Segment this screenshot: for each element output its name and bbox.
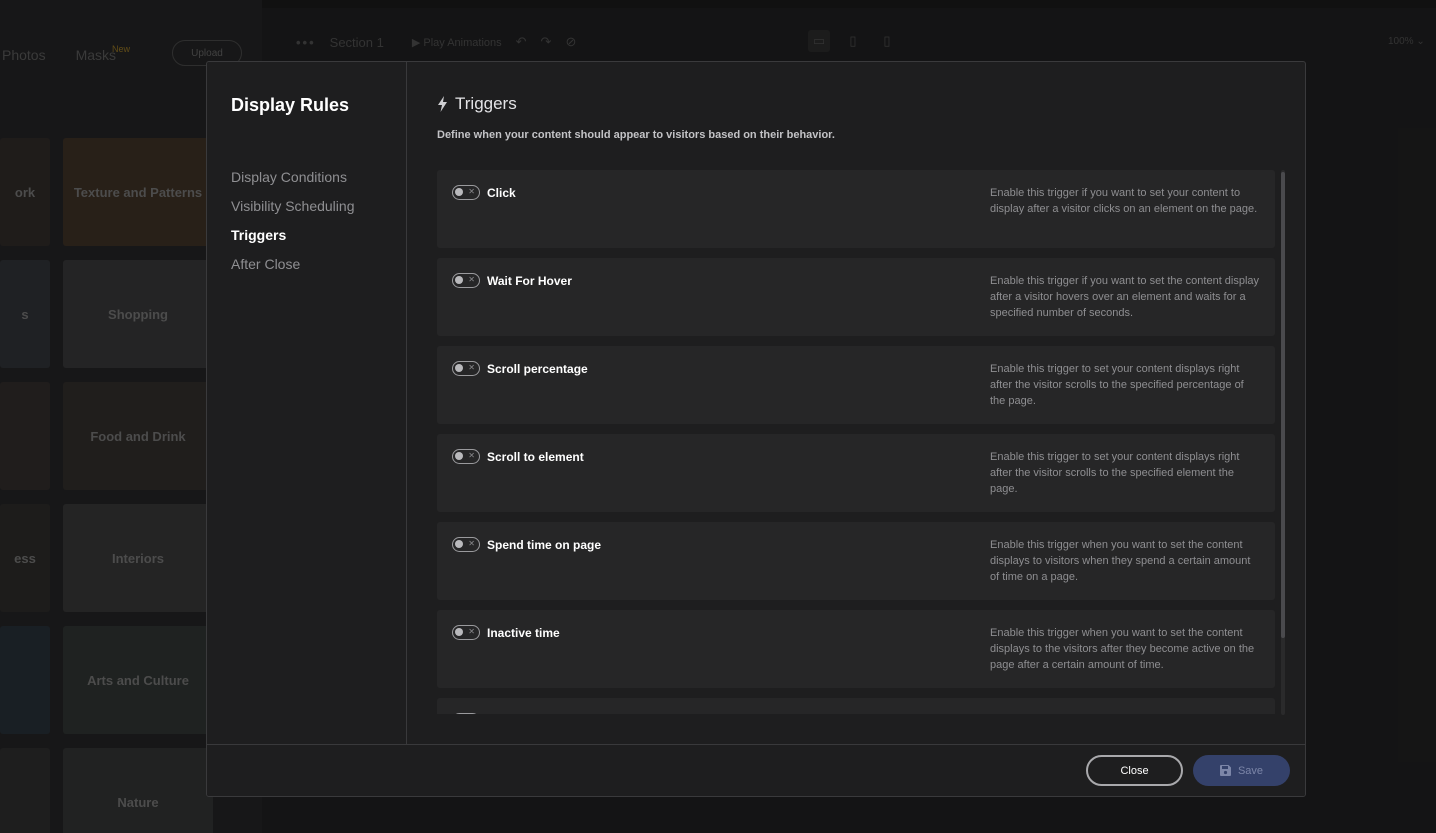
save-button[interactable]: Save xyxy=(1193,755,1290,786)
display-rules-modal: Display Rules Display Conditions Visibil… xyxy=(206,61,1306,797)
trigger-label: Inactive time xyxy=(487,626,560,640)
trigger-list: ✕ Click Enable this trigger if you want … xyxy=(437,170,1277,714)
trigger-card-hover: ✕ Wait For Hover Enable this trigger if … xyxy=(437,258,1275,336)
trigger-label: Wait For Hover xyxy=(487,274,572,288)
trigger-help: Enable this trigger when you want to set… xyxy=(990,539,1251,583)
trigger-card-inactive-time: ✕ Inactive time Enable this trigger when… xyxy=(437,610,1275,688)
triggers-panel: Triggers Define when your content should… xyxy=(407,62,1305,744)
trigger-card-click: ✕ Click Enable this trigger if you want … xyxy=(437,170,1275,248)
toggle-switch[interactable]: ✕ xyxy=(452,449,480,464)
scrollbar[interactable] xyxy=(1281,170,1285,715)
modal-footer: Close Save xyxy=(207,744,1305,796)
toggle-off-icon: ✕ xyxy=(468,275,475,284)
section-description: Define when your content should appear t… xyxy=(437,129,835,141)
modal-sidebar: Display Rules Display Conditions Visibil… xyxy=(207,62,407,744)
sidebar-nav: Display Conditions Visibility Scheduling… xyxy=(231,168,354,273)
toggle-switch[interactable]: ✕ xyxy=(452,185,480,200)
close-button[interactable]: Close xyxy=(1086,755,1183,786)
section-header: Triggers xyxy=(437,94,517,114)
toggle-off-icon: ✕ xyxy=(468,627,475,636)
toggle-switch[interactable]: ✕ xyxy=(452,361,480,376)
trigger-label: Scroll to element xyxy=(487,450,584,464)
trigger-help: Enable this trigger if you want to set y… xyxy=(990,187,1258,215)
nav-triggers[interactable]: Triggers xyxy=(231,226,354,244)
trigger-help: Enable this trigger to set your content … xyxy=(990,363,1244,407)
bolt-icon xyxy=(438,96,447,112)
toggle-off-icon: ✕ xyxy=(468,187,475,196)
trigger-label: Click xyxy=(487,186,516,200)
trigger-help: Enable this trigger to set your content … xyxy=(990,451,1240,495)
toggle-knob xyxy=(455,188,463,196)
trigger-help: Enable this trigger if you want to set t… xyxy=(990,275,1260,319)
nav-visibility-scheduling[interactable]: Visibility Scheduling xyxy=(231,197,354,215)
toggle-off-icon: ✕ xyxy=(468,363,475,372)
nav-display-conditions[interactable]: Display Conditions xyxy=(231,168,354,186)
trigger-card-time-on-page: ✕ Spend time on page Enable this trigger… xyxy=(437,522,1275,600)
trigger-card-scroll-element: ✕ Scroll to element Enable this trigger … xyxy=(437,434,1275,512)
toggle-knob xyxy=(455,452,463,460)
trigger-help: Enable this trigger when you want to set… xyxy=(990,627,1255,671)
save-label: Save xyxy=(1237,764,1264,777)
section-title: Triggers xyxy=(455,94,517,113)
floppy-disk-icon xyxy=(1219,765,1231,776)
trigger-card-partial xyxy=(437,698,1275,714)
toggle-knob xyxy=(455,628,463,636)
toggle-knob xyxy=(455,364,463,372)
toggle-off-icon: ✕ xyxy=(468,539,475,548)
toggle-switch[interactable]: ✕ xyxy=(452,273,480,288)
toggle-switch[interactable]: ✕ xyxy=(452,537,480,552)
scrollbar-thumb[interactable] xyxy=(1281,172,1285,638)
toggle-switch[interactable] xyxy=(452,713,480,714)
toggle-knob xyxy=(455,276,463,284)
modal-title: Display Rules xyxy=(231,95,350,115)
nav-after-close[interactable]: After Close xyxy=(231,255,354,273)
toggle-knob xyxy=(455,540,463,548)
trigger-label: Spend time on page xyxy=(487,538,602,552)
trigger-label: Scroll percentage xyxy=(487,362,588,376)
toggle-switch[interactable]: ✕ xyxy=(452,625,480,640)
trigger-card-scroll-percentage: ✕ Scroll percentage Enable this trigger … xyxy=(437,346,1275,424)
toggle-off-icon: ✕ xyxy=(468,451,475,460)
